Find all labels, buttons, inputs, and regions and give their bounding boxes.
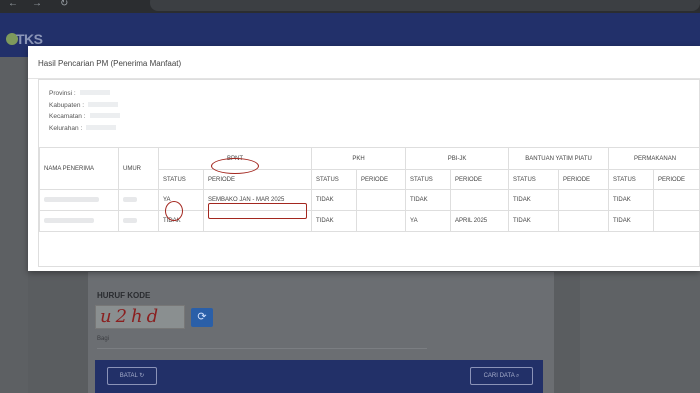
periode-highlight-box	[208, 203, 307, 219]
header-umur: UMUR	[118, 147, 159, 190]
cell-permakanan-periode	[653, 210, 700, 232]
cell-yatim-periode	[558, 210, 610, 232]
subheader-status: STATUS	[405, 169, 452, 190]
cell-name-redacted	[39, 189, 119, 211]
header-bantuan-yatim-piatu: BANTUAN YATIM PIATU	[508, 147, 610, 170]
header-pbi-jk: PBI-JK	[405, 147, 510, 170]
background-side-panel	[580, 272, 700, 393]
captcha-image: u2hd	[95, 305, 185, 329]
subheader-status: STATUS	[608, 169, 655, 190]
subheader-periode: PERIODE	[202, 169, 313, 190]
redacted-value	[44, 217, 94, 223]
subheader-periode: PERIODE	[450, 169, 510, 190]
redacted-value	[123, 196, 137, 202]
bpnt-highlight-circle	[211, 158, 259, 174]
cari-data-button[interactable]: CARI DATA ⌕	[470, 367, 533, 385]
cell-pkh-status: TIDAK	[311, 210, 358, 232]
results-panel: Provinsi : Kabupaten : Kecamatan : Kelur…	[38, 79, 700, 267]
reload-icon[interactable]: ↻	[60, 0, 68, 9]
cell-age-redacted	[118, 210, 159, 232]
info-provinsi: Provinsi :	[49, 88, 120, 100]
subheader-periode: PERIODE	[558, 169, 610, 190]
info-kabupaten: Kabupaten :	[49, 100, 120, 112]
redacted-value	[123, 217, 137, 223]
table-row: YA SEMBAKO JAN - MAR 2025 TIDAK TIDAK TI…	[39, 189, 700, 211]
cell-permakanan-status: TIDAK	[608, 210, 655, 232]
captcha-input[interactable]	[97, 348, 427, 349]
results-table: NAMA PENERIMA UMUR BPNT PKH PBI-JK BANTU…	[39, 147, 700, 232]
subheader-status: STATUS	[158, 169, 204, 190]
cell-pbijk-status: YA	[405, 210, 452, 232]
redacted-value	[79, 90, 110, 95]
cell-pbijk-periode	[450, 189, 510, 211]
table-row: TIDAK TIDAK YA APRIL 2025 TIDAK TIDAK	[39, 210, 700, 232]
cell-yatim-periode	[558, 189, 610, 211]
redacted-value	[86, 124, 117, 130]
address-bar[interactable]	[150, 0, 700, 11]
header-pkh: PKH	[311, 147, 407, 170]
subheader-status: STATUS	[311, 169, 358, 190]
modal-title: Hasil Pencarian PM (Penerima Manfaat)	[38, 59, 182, 68]
cell-pbijk-periode: APRIL 2025	[450, 210, 510, 232]
cell-name-redacted	[39, 210, 119, 232]
header-nama-penerima: NAMA PENERIMA	[39, 147, 119, 190]
info-kelurahan: Kelurahan :	[49, 123, 120, 135]
captcha-input-label: Bagi	[97, 336, 110, 342]
cell-pkh-periode	[356, 189, 407, 211]
cell-permakanan-periode	[653, 189, 700, 211]
table-header-row: NAMA PENERIMA UMUR BPNT PKH PBI-JK BANTU…	[39, 147, 700, 190]
redacted-value	[44, 196, 99, 202]
captcha-title: HURUF KODE	[97, 291, 151, 300]
app-logo: TKS	[6, 31, 43, 47]
batal-button[interactable]: BATAL ↻	[107, 367, 157, 385]
cell-permakanan-status: TIDAK	[608, 189, 655, 211]
cell-yatim-status: TIDAK	[508, 189, 560, 211]
forward-icon[interactable]: →	[32, 0, 42, 9]
status-highlight-circle	[165, 201, 183, 221]
header-permakanan: PERMAKANAN	[608, 147, 700, 170]
refresh-icon: ↻	[139, 373, 145, 379]
info-kecamatan: Kecamatan :	[49, 111, 120, 123]
cell-pkh-periode	[356, 210, 407, 232]
subheader-status: STATUS	[508, 169, 560, 190]
captcha-refresh-button[interactable]: ⟳	[191, 308, 213, 327]
redacted-value	[89, 113, 120, 118]
cell-age-redacted	[118, 189, 159, 211]
location-info: Provinsi : Kabupaten : Kecamatan : Kelur…	[49, 88, 120, 134]
cell-pbijk-status: TIDAK	[405, 189, 452, 211]
results-modal: Hasil Pencarian PM (Penerima Manfaat) Pr…	[28, 46, 700, 271]
cell-pkh-status: TIDAK	[311, 189, 358, 211]
browser-toolbar: ← → ↻	[0, 0, 700, 13]
background-panel	[0, 57, 28, 393]
subheader-periode: PERIODE	[356, 169, 407, 190]
redacted-value	[88, 101, 119, 107]
search-icon: ⌕	[516, 373, 520, 379]
subheader-periode: PERIODE	[653, 169, 700, 190]
back-icon[interactable]: ←	[8, 0, 18, 9]
cell-yatim-status: TIDAK	[508, 210, 560, 232]
refresh-icon: ⟳	[197, 311, 207, 323]
